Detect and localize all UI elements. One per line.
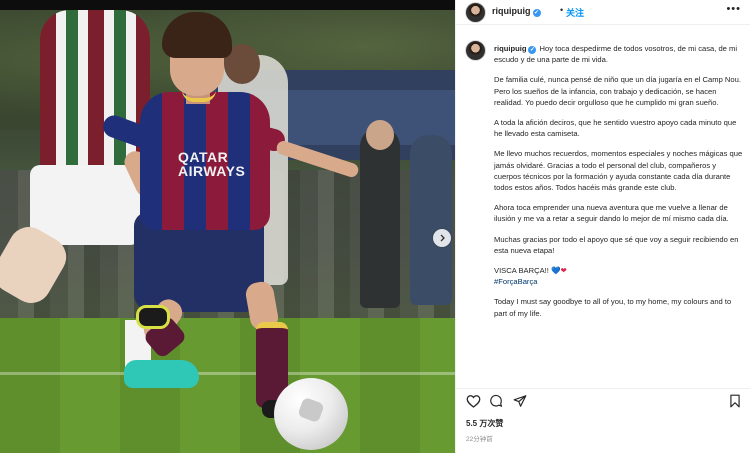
caption-paragraph-4: Me llevo muchos recuerdos, momentos espe…	[494, 149, 743, 193]
post-photo[interactable]: QATAR AIRWAYS	[0, 0, 455, 453]
likes-count[interactable]: 5.5 万次赞	[466, 418, 503, 429]
caption-username-text[interactable]: riquipuig	[494, 44, 526, 53]
verified-badge-icon: ✓	[528, 46, 537, 54]
opponent-player-shorts	[30, 165, 140, 245]
caption-username[interactable]: riquipuig ✓	[494, 44, 537, 54]
more-horizontal-icon[interactable]: •••	[726, 3, 741, 15]
background-spectator-head	[366, 120, 394, 150]
header-separator-dot: •	[560, 5, 564, 15]
post-details-panel: riquipuig ✓ • 关注 ••• riquipuig ✓ Hoy toca d…	[455, 0, 750, 453]
opponent-player-boot	[124, 360, 199, 388]
caption-visca-text: VISCA BARÇA!!	[494, 266, 549, 276]
comment-bubble-icon[interactable]	[488, 393, 504, 409]
caption-paragraph-3: A toda la afición deciros, que he sentid…	[494, 118, 737, 139]
caption-paragraph-2: De familia culé, nunca pensé de niño que…	[494, 75, 741, 107]
heart-outline-icon[interactable]	[465, 393, 481, 409]
bookmark-icon[interactable]	[727, 393, 743, 409]
paper-plane-icon[interactable]	[512, 393, 528, 409]
caption-english: Today I must say goodbye to all of you, …	[494, 297, 732, 318]
post-caption: riquipuig ✓ Hoy toca despedirme de todos v…	[494, 43, 744, 328]
shirt-sponsor-text: QATAR AIRWAYS	[178, 149, 246, 179]
caption-paragraph-1: riquipuig ✓ Hoy toca despedirme de todos v…	[494, 43, 744, 65]
post-actions-bar	[456, 388, 750, 412]
red-heart-icon: ❤	[560, 266, 567, 276]
photo-top-strip	[0, 0, 455, 10]
caption-paragraph-6: Muchas gracias por todo el apoyo que sé …	[494, 234, 739, 255]
background-spectator	[360, 128, 400, 308]
caption-paragraph-5: Ahora toca emprender una nueva aventura …	[494, 203, 729, 224]
header-username-text[interactable]: riquipuig	[492, 6, 531, 16]
follow-button[interactable]: 关注	[566, 6, 584, 19]
verified-badge-icon: ✓	[532, 9, 541, 17]
post-header: riquipuig ✓ • 关注 •••	[456, 0, 750, 25]
avatar[interactable]	[465, 2, 486, 23]
post-timestamp[interactable]: 22分钟前	[466, 433, 493, 443]
header-username[interactable]: riquipuig ✓	[492, 6, 541, 17]
hashtag-link[interactable]: #ForçaBarça	[494, 276, 744, 287]
chevron-right-icon[interactable]	[433, 229, 451, 247]
photo-pitch-line	[0, 372, 455, 375]
caption-avatar[interactable]	[465, 40, 486, 61]
background-spectator-2	[410, 135, 452, 305]
caption-visca-line: VISCA BARÇA!! 💙❤	[494, 265, 744, 276]
player-left-boot	[136, 305, 170, 329]
photo-pitch	[0, 318, 455, 453]
